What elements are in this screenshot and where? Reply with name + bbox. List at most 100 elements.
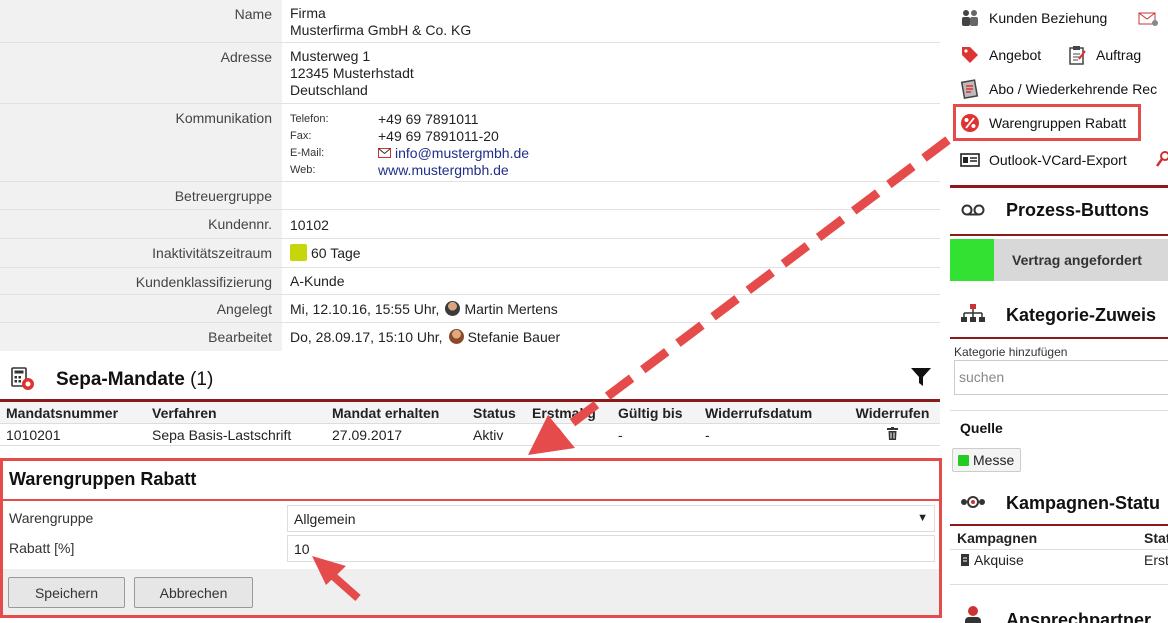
action-subscription-label: Abo / Wiederkehrende Rec [989,81,1158,97]
customer-no-label: Kundennr. [0,210,282,238]
row-edited: Bearbeitet Do, 28.09.17, 15:10 Uhr, Stefa… [0,323,940,351]
sepa-table-header: Mandatsnummer Verfahren Mandat erhalten … [0,402,940,424]
discount-label: Rabatt [%] [9,540,75,556]
caret-down-icon: ▼ [917,511,928,524]
discount-form: Warengruppen Rabatt Warengruppe Allgemei… [0,458,942,618]
edited-label: Bearbeitet [0,323,282,351]
right-sidebar: Kunden Beziehung Angebot Auftrag Abo / W… [950,0,1168,623]
source-tag[interactable]: Messe [952,448,1022,472]
cell-procedure: Sepa Basis-Lastschrift [152,426,292,443]
envelope-gear-icon[interactable] [1138,10,1160,28]
web-link[interactable]: www.mustergmbh.de [378,162,940,179]
created-value: Mi, 12.10.16, 15:55 Uhr, Martin Mertens [282,295,940,322]
classification-value: A-Kunde [290,273,345,289]
edited-value: Do, 28.09.17, 15:10 Uhr, Stefanie Bauer [282,323,940,351]
sepa-header: Sepa-Mandate (1) [0,362,940,398]
cell-valid-until: - [618,426,623,443]
action-vcard-export[interactable]: Outlook-VCard-Export [960,150,1127,170]
campaign-col-name[interactable]: Kampagnen [957,530,1037,546]
action-order[interactable]: Auftrag [1067,45,1141,65]
person-icon [965,606,981,623]
row-communication: Kommunikation Telefon: +49 69 7891011 Fa… [0,104,940,182]
fax-key: Fax: [290,130,312,142]
calculator-icon [11,367,34,390]
edited-user: Stefanie Bauer [467,329,561,345]
cancel-button[interactable]: Abbrechen [134,577,253,608]
row-created: Angelegt Mi, 12.10.16, 15:55 Uhr, Martin … [0,295,940,323]
group-label: Warengruppe [9,510,94,526]
customer-no-value: 10102 [290,217,329,233]
avatar [448,329,464,344]
address-label: Adresse [0,43,282,103]
discount-form-title: Warengruppen Rabatt [3,461,939,501]
phone-value[interactable]: +49 69 7891011 [378,111,940,128]
col-mandate-no[interactable]: Mandatsnummer [0,405,152,421]
cell-received: 27.09.2017 [332,426,403,443]
created-label: Angelegt [0,295,282,322]
sepa-table: Mandatsnummer Verfahren Mandat erhalten … [0,399,940,446]
group-row: Warengruppe Allgemein ▼ [3,503,939,533]
cell-status: Aktiv [473,426,504,443]
created-user: Martin Mertens [464,301,558,317]
name-line1: Firma [290,5,326,21]
web-key: Web: [290,164,316,176]
action-customer-relations[interactable]: Kunden Beziehung [960,8,1107,28]
action-offer[interactable]: Angebot [960,45,1041,65]
contract-requested-label: Vertrag angefordert [1012,252,1142,268]
save-button[interactable]: Speichern [8,577,125,608]
email-key: E-Mail: [290,147,325,159]
process-status-indicator [950,239,994,281]
col-status[interactable]: Status [473,405,532,421]
action-discount[interactable]: Warengruppen Rabatt [960,113,1126,133]
row-inactivity: Inaktivitätszeitraum 60 Tage [0,239,940,268]
cell-mandate-no: 1010201 [6,426,61,443]
envelope-icon [378,148,391,158]
vcard-icon [960,153,980,167]
created-date: Mi, 12.10.16, 15:55 Uhr, [290,301,440,317]
recurring-invoice-icon [960,79,979,99]
sepa-title-text: Sepa-Mandate [56,369,185,390]
campaign-row-status: Erst [1144,552,1168,568]
discount-row: Rabatt [%] 10 [3,533,939,563]
category-add-label: Kategorie hinzufügen [954,345,1068,359]
col-revocation-date[interactable]: Widerrufsdatum [705,405,845,421]
row-name: Name Firma Musterfirma GmbH & Co. KG [0,0,940,43]
contract-requested-button[interactable]: Vertrag angefordert [950,239,1168,281]
source-section: Quelle Messe [950,410,1168,480]
col-valid-until[interactable]: Gültig bis [618,405,705,421]
campaign-name: Akquise [974,552,1024,568]
category-search-input[interactable]: suchen [954,360,1168,395]
row-advisor-group: Betreuergruppe [0,182,940,210]
col-first-time[interactable]: Erstmalig [532,405,618,421]
inactivity-color-swatch [290,244,307,261]
filter-icon[interactable] [910,366,932,388]
voicemail-icon [961,204,985,216]
source-title: Quelle [960,420,1003,436]
action-subscription[interactable]: Abo / Wiederkehrende Rec [960,79,1157,99]
trash-icon[interactable] [887,426,898,440]
campaign-status-title: Kampagnen-Statu [1006,493,1161,513]
cell-revoked [845,426,940,443]
search-icon[interactable] [1156,150,1168,168]
clipboard-icon [1069,46,1086,65]
action-offer-label: Angebot [989,47,1042,63]
action-customer-relations-label: Kunden Beziehung [989,10,1108,26]
sitemap-icon [961,304,985,322]
source-color-dot [958,454,969,466]
col-revoked[interactable]: Widerrufen [845,405,940,421]
advisor-group-value [282,182,940,209]
discount-input[interactable]: 10 [287,534,935,562]
address-value: Musterweg 1 12345 Musterhstadt Deutschla… [282,43,940,103]
col-received[interactable]: Mandat erhalten [332,405,473,421]
email-cell: info@mustergmbh.de [378,145,940,162]
form-button-bar: Speichern Abbrechen [3,569,939,615]
campaign-col-status[interactable]: Stat [1144,530,1168,546]
edited-date: Do, 28.09.17, 15:10 Uhr, [290,329,443,345]
price-tag-icon [962,47,978,63]
col-procedure[interactable]: Verfahren [152,405,332,421]
campaign-row-name[interactable]: Akquise [960,552,1024,568]
email-link[interactable]: info@mustergmbh.de [395,145,529,161]
product-group-select[interactable]: Allgemein ▼ [287,504,935,532]
table-row[interactable]: 1010201 Sepa Basis-Lastschrift 27.09.201… [0,424,940,446]
name-line2: Musterfirma GmbH & Co. KG [290,22,472,38]
